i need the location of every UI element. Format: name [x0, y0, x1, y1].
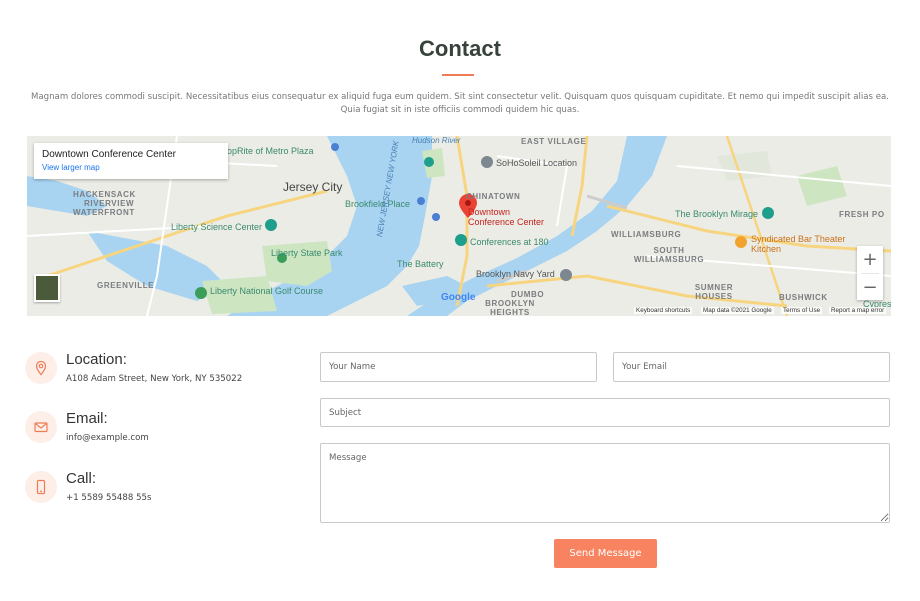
email-info: Email: info@example.com	[25, 410, 295, 457]
location-info: Location: A108 Adam Street, New York, NY…	[25, 351, 295, 398]
map-label-liberty-golf: Liberty National Golf Course	[210, 286, 324, 296]
map-place-card: Downtown Conference Center View larger m…	[34, 143, 228, 179]
terms-of-use-link[interactable]: Terms of Use	[781, 307, 823, 314]
map-label-greenville: GREENVILLE	[97, 281, 155, 290]
section-title: Contact	[419, 36, 501, 61]
subject-input[interactable]	[320, 398, 890, 427]
map-label-williamsburg: WILLIAMSBURG	[611, 230, 682, 239]
map-label-dumbo: DUMBO	[511, 290, 545, 299]
map-label-brooklyn-mirage: The Brooklyn Mirage	[675, 209, 759, 219]
email-input[interactable]	[613, 352, 890, 382]
zoom-controls: + −	[857, 246, 883, 300]
map-label-south-williamsburg: SOUTH WILLIAMSBURG	[633, 246, 705, 264]
send-message-button[interactable]: Send Message	[554, 539, 657, 568]
zoom-in-button[interactable]: +	[857, 246, 883, 273]
map-label-sumner-houses: SUMNER HOUSES	[694, 283, 734, 301]
map-label-downtown-cc: Downtown Conference Center	[468, 207, 545, 227]
map-label-soho: SoHoSoleil Location	[496, 158, 578, 168]
map-label-navy-yard: Brooklyn Navy Yard	[476, 269, 555, 279]
email-heading: Email:	[66, 410, 108, 427]
email-address: info@example.com	[66, 433, 149, 443]
phone-icon	[36, 479, 46, 495]
location-address: A108 Adam Street, New York, NY 535022	[66, 374, 243, 384]
location-icon-badge	[25, 352, 57, 384]
map-label-bushwick: BUSHWICK	[779, 293, 828, 302]
section-description: Magnam dolores commodi suscipit. Necessi…	[30, 92, 890, 115]
map-label-battery: The Battery	[397, 259, 444, 269]
map-label-riverview: RIVERVIEW	[84, 199, 135, 208]
map-label-metro-plaza: opRite of Metro Plaza	[227, 146, 314, 156]
map-label-syndicated: Syndicated Bar Theater Kitchen	[751, 234, 846, 254]
call-info: Call: +1 5589 55488 55s	[25, 470, 295, 517]
map-label-east-village: EAST VILLAGE	[521, 137, 587, 146]
email-icon-badge	[25, 411, 57, 443]
map-label-hudson: Hudson River	[412, 136, 461, 145]
report-map-error-link[interactable]: Report a map error	[829, 307, 887, 314]
map-label-fresh-pond: FRESH PO	[839, 210, 885, 219]
zoom-out-button[interactable]: −	[857, 274, 883, 301]
map-label-jersey-city: Jersey City	[283, 180, 343, 194]
keyboard-shortcuts-link[interactable]: Keyboard shortcuts	[634, 307, 693, 314]
call-heading: Call:	[66, 470, 97, 487]
map-label-hackensack: HACKENSACK	[73, 190, 136, 199]
satellite-toggle[interactable]	[34, 274, 60, 302]
name-input[interactable]	[320, 352, 597, 382]
map-footer: Keyboard shortcuts Map data ©2021 Google…	[27, 306, 891, 316]
call-icon-badge	[25, 471, 57, 503]
map-label-conferences-180: Conferences at 180	[470, 237, 549, 247]
map-label-brookfield: Brookfield Place	[345, 199, 411, 209]
location-pin-icon	[35, 360, 47, 376]
map-label-chinatown: CHINATOWN	[466, 192, 521, 201]
title-underline	[442, 74, 474, 76]
message-textarea[interactable]	[320, 443, 890, 523]
map-label-waterfront: WATERFRONT	[73, 208, 135, 217]
view-larger-map-link[interactable]: View larger map	[42, 163, 220, 172]
map-label-liberty-park: Liberty State Park	[271, 248, 343, 258]
envelope-icon	[34, 422, 48, 433]
google-logo: Google	[441, 292, 476, 303]
map-label-liberty-science: Liberty Science Center	[171, 222, 263, 232]
embedded-map[interactable]: HACKENSACK RIVERVIEW WATERFRONT GREENVIL…	[27, 136, 891, 316]
location-heading: Location:	[66, 351, 127, 368]
map-place-name: Downtown Conference Center	[42, 149, 176, 160]
phone-number: +1 5589 55488 55s	[66, 493, 152, 503]
map-data-text: Map data ©2021 Google	[701, 307, 774, 314]
